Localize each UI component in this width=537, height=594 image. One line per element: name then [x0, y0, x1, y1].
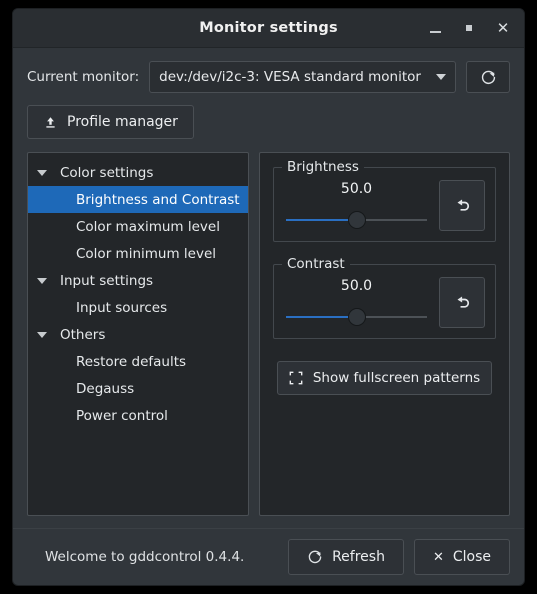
tree-item-label: Input settings [60, 272, 154, 289]
current-monitor-row: Current monitor: dev:/dev/i2c-3: VESA st… [13, 48, 524, 93]
close-icon: ✕ [432, 549, 444, 565]
slider-thumb[interactable] [347, 211, 366, 229]
tree-item-label: Brightness and Contrast [76, 191, 240, 208]
maximize-icon [464, 23, 474, 33]
settings-pane: Brightness 50.0 Contrast 50.0 Show fulls… [259, 152, 510, 516]
show-fullscreen-patterns-label: Show fullscreen patterns [312, 370, 481, 386]
close-button[interactable]: ✕ [486, 9, 520, 47]
chevron-down-icon [37, 331, 47, 338]
tree-item-label: Color minimum level [76, 245, 216, 262]
contrast-slider[interactable] [284, 306, 429, 328]
monitor-settings-window: Monitor settings ✕ Current monitor: dev:… [12, 8, 525, 586]
tree-item-restore-defaults[interactable]: Restore defaults [28, 348, 248, 375]
close-button-label: Close [452, 549, 491, 565]
close-icon: ✕ [496, 18, 510, 37]
tree-item-label: Color maximum level [76, 218, 220, 235]
chevron-down-icon [37, 169, 47, 176]
refresh-icon [481, 70, 495, 84]
settings-tree[interactable]: Color settings Brightness and Contrast C… [27, 152, 249, 516]
undo-icon [456, 199, 469, 211]
contrast-value: 50.0 [340, 278, 373, 294]
profile-manager-row: Profile manager [13, 93, 524, 139]
current-monitor-label: Current monitor: [27, 69, 140, 85]
refresh-icon [308, 550, 322, 564]
tree-item-power-control[interactable]: Power control [28, 402, 248, 429]
maximize-button[interactable] [452, 9, 486, 47]
contrast-title: Contrast [282, 256, 350, 272]
main-body: Color settings Brightness and Contrast C… [13, 139, 524, 516]
tree-item-label: Input sources [76, 299, 168, 316]
slider-thumb[interactable] [347, 308, 366, 326]
chevron-down-icon [37, 277, 47, 284]
monitor-select-value: dev:/dev/i2c-3: VESA standard monitor [159, 69, 421, 85]
minimize-icon [429, 31, 441, 33]
tree-item-input-sources[interactable]: Input sources [28, 294, 248, 321]
contrast-group: Contrast 50.0 [273, 256, 496, 339]
undo-icon [456, 296, 469, 308]
titlebar: Monitor settings ✕ [13, 9, 524, 48]
tree-item-brightness-and-contrast[interactable]: Brightness and Contrast [28, 186, 248, 213]
tree-item-label: Others [60, 326, 106, 343]
tree-item-label: Restore defaults [76, 353, 187, 370]
profile-manager-button[interactable]: Profile manager [27, 105, 194, 139]
fullscreen-icon [289, 371, 303, 385]
refresh-button-label: Refresh [332, 549, 385, 565]
brightness-slider[interactable] [284, 209, 429, 231]
refresh-monitors-button[interactable] [466, 61, 510, 93]
brightness-title: Brightness [282, 159, 364, 175]
upload-icon [46, 116, 55, 128]
status-message: Welcome to gddcontrol 0.4.4. [45, 549, 245, 565]
tree-item-color-maximum-level[interactable]: Color maximum level [28, 213, 248, 240]
tree-item-color-settings[interactable]: Color settings [28, 159, 248, 186]
show-fullscreen-patterns-button[interactable]: Show fullscreen patterns [277, 361, 492, 395]
tree-item-input-settings[interactable]: Input settings [28, 267, 248, 294]
brightness-group: Brightness 50.0 [273, 159, 496, 242]
tree-item-color-minimum-level[interactable]: Color minimum level [28, 240, 248, 267]
tree-item-label: Degauss [76, 380, 135, 397]
close-button-footer[interactable]: ✕ Close [413, 539, 510, 575]
chevron-down-icon [436, 74, 446, 80]
window-controls: ✕ [418, 9, 524, 47]
monitor-select[interactable]: dev:/dev/i2c-3: VESA standard monitor [149, 61, 456, 93]
tree-item-label: Color settings [60, 164, 154, 181]
tree-item-others[interactable]: Others [28, 321, 248, 348]
footer-bar: Welcome to gddcontrol 0.4.4. Refresh ✕ C… [13, 528, 524, 585]
brightness-value: 50.0 [340, 181, 373, 197]
profile-manager-label: Profile manager [67, 114, 178, 130]
minimize-button[interactable] [418, 9, 452, 47]
tree-item-label: Power control [76, 407, 168, 424]
contrast-reset-button[interactable] [439, 277, 485, 328]
tree-item-degauss[interactable]: Degauss [28, 375, 248, 402]
refresh-button[interactable]: Refresh [288, 539, 404, 575]
brightness-reset-button[interactable] [439, 180, 485, 231]
